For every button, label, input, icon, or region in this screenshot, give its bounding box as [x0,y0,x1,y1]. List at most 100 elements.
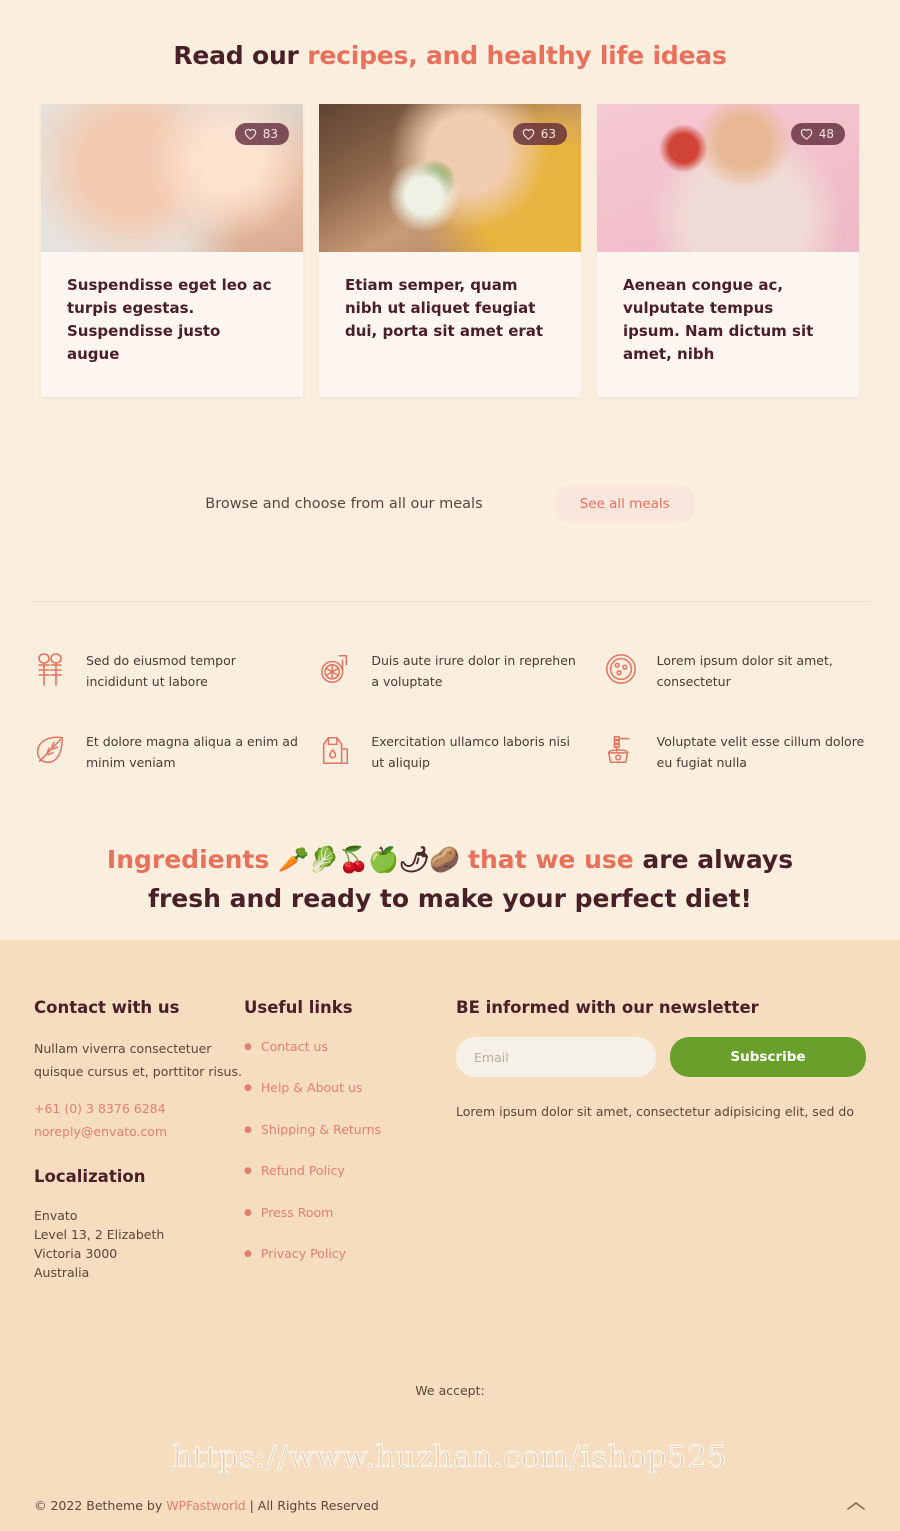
feature-label: Exercitation ullamco laboris nisi ut ali… [371,733,571,771]
section-divider [30,600,870,602]
see-all-meals-button[interactable]: See all meals [554,484,695,523]
footer-contact-column: Contact with us Nullam viverra consectet… [34,998,244,1285]
blog-card-title: Aenean congue ac, vulputate tempus ipsum… [623,275,814,364]
blog-card-body: Aenean congue ac, vulputate tempus ipsum… [597,252,859,397]
useful-link[interactable]: Refund Policy [261,1161,345,1180]
page-title-accent: recipes, and healthy life ideas [307,41,727,70]
subscribe-button[interactable]: Subscribe [670,1037,866,1077]
blog-card-image: 83 [41,103,303,252]
page-title-prefix: Read our [173,41,308,70]
useful-links-list: ● Contact us ● Help & About us ● Shippin… [244,1037,456,1263]
address-line: Australia [34,1265,90,1280]
ingredients-headline: Ingredients 🥕🥬🍒🍏🌶🥔 that we use are alway… [0,840,900,919]
email-input[interactable] [456,1037,656,1077]
ingredients-dark-a: are always [642,844,794,874]
blog-card[interactable]: 83 Suspendisse eget leo ac turpis egesta… [41,103,303,397]
list-item[interactable]: ● Contact us [244,1037,456,1056]
localization-block: Localization Envato Level 13, 2 Elizabet… [34,1167,244,1282]
feature-item: Exercitation ullamco laboris nisi ut ali… [315,729,584,774]
like-badge[interactable]: 63 [512,122,567,145]
newsletter-note: Lorem ipsum dolor sit amet, consectetur … [456,1104,854,1119]
list-item[interactable]: ● Help & About us [244,1078,456,1097]
useful-link[interactable]: Contact us [261,1037,328,1056]
list-item[interactable]: ● Shipping & Returns [244,1120,456,1139]
address-line: Level 13, 2 Elizabeth [34,1227,165,1242]
address-line: Envato [34,1208,78,1223]
like-count: 83 [262,126,278,141]
feature-item: Sed do eiusmod tempor incididunt ut labo… [30,648,299,693]
we-accept-label: We accept: [415,1383,485,1398]
list-item[interactable]: ● Refund Policy [244,1161,456,1180]
useful-link[interactable]: Privacy Policy [261,1244,346,1263]
heart-icon [800,128,813,140]
list-item[interactable]: ● Privacy Policy [244,1244,456,1263]
localization-heading: Localization [34,1167,146,1186]
contact-heading: Contact with us [34,998,180,1017]
feature-label: Sed do eiusmod tempor incididunt ut labo… [86,652,236,690]
page-title: Read our recipes, and healthy life ideas [0,22,900,73]
main-content: Read our recipes, and healthy life ideas… [0,0,900,940]
bullet-icon: ● [244,1083,252,1094]
feature-label: Et dolore magna aliqua a enim ad minim v… [86,733,298,771]
feature-label: Lorem ipsum dolor sit amet, consectetur [656,652,833,690]
feature-label: Voluptate velit esse cillum dolore eu fu… [656,733,865,771]
chevron-up-icon[interactable] [846,1500,866,1512]
copyright-suffix: | All Rights Reserved [245,1498,379,1513]
ingredients-emojis: 🥕🥬🍒🍏🌶🥔 [277,844,460,874]
bullet-icon: ● [244,1248,252,1259]
address-line: Victoria 3000 [34,1246,118,1261]
heart-icon [522,128,535,140]
useful-link[interactable]: Help & About us [261,1078,363,1097]
site-footer: Contact with us Nullam viverra consectet… [0,940,900,1531]
bullet-icon: ● [244,1124,252,1135]
like-badge[interactable]: 48 [790,122,845,145]
blog-card-body: Etiam semper, quam nibh ut aliquet feugi… [319,252,581,374]
blog-card-image: 63 [319,103,581,252]
list-item[interactable]: ● Press Room [244,1203,456,1222]
ingredients-accent-b: that we use [459,844,643,874]
browse-meals-text: Browse and choose from all our meals [205,495,483,512]
browse-meals-row: Browse and choose from all our meals See… [0,484,900,523]
feature-item: Et dolore magna aliqua a enim ad minim v… [30,729,299,774]
footer-newsletter-column: BE informed with our newsletter Subscrib… [456,998,866,1285]
blog-card-title: Suspendisse eget leo ac turpis egestas. … [67,275,272,364]
useful-link[interactable]: Press Room [261,1203,333,1222]
newsletter-heading: BE informed with our newsletter [456,998,759,1017]
email-link[interactable]: noreply@envato.com [34,1122,244,1141]
blog-card[interactable]: 48 Aenean congue ac, vulputate tempus ip… [597,103,859,397]
useful-links-heading: Useful links [244,998,353,1017]
wheat-icon [30,648,70,690]
like-badge[interactable]: 83 [234,122,289,145]
newsletter-form: Subscribe [456,1037,866,1077]
blog-card-body: Suspendisse eget leo ac turpis egestas. … [41,252,303,397]
blog-card-title: Etiam semper, quam nibh ut aliquet feugi… [345,275,544,341]
contact-paragraph: Nullam viverra consectetuer quisque curs… [34,1041,242,1080]
ingredients-accent-a: Ingredients [106,844,278,874]
heart-icon [244,128,257,140]
feature-label: Duis aute irure dolor in reprehen a volu… [371,652,576,690]
pan-dots-icon [601,648,641,690]
contact-links: +61 (0) 3 8376 6284 noreply@envato.com [34,1099,244,1141]
footer-columns: Contact with us Nullam viverra consectet… [34,998,866,1285]
footer-links-column: Useful links ● Contact us ● Help & About… [244,998,456,1285]
copyright-prefix: © 2022 Betheme by [34,1498,167,1513]
useful-link[interactable]: Shipping & Returns [261,1120,381,1139]
leaf-icon [30,729,70,771]
milk-carton-icon [315,729,355,771]
feature-item: Lorem ipsum dolor sit amet, consectetur [601,648,870,693]
ingredients-line2: fresh and ready to make your perfect die… [148,884,752,913]
brand-link[interactable]: WPFastworld [166,1498,245,1513]
copyright-bar: © 2022 Betheme by WPFastworld | All Righ… [0,1498,900,1513]
feature-item: Voluptate velit esse cillum dolore eu fu… [601,729,870,774]
tomato-slice-icon [315,648,355,690]
blog-card-image: 48 [597,103,859,252]
copyright-text: © 2022 Betheme by WPFastworld | All Righ… [34,1498,379,1513]
like-count: 63 [540,126,556,141]
feature-grid: Sed do eiusmod tempor incididunt ut labo… [30,648,870,774]
phone-link[interactable]: +61 (0) 3 8376 6284 [34,1099,244,1118]
like-count: 48 [818,126,834,141]
blog-card[interactable]: 63 Etiam semper, quam nibh ut aliquet fe… [319,103,581,397]
feature-item: Duis aute irure dolor in reprehen a volu… [315,648,584,693]
bullet-icon: ● [244,1166,252,1177]
blog-card-list: 83 Suspendisse eget leo ac turpis egesta… [0,103,900,397]
